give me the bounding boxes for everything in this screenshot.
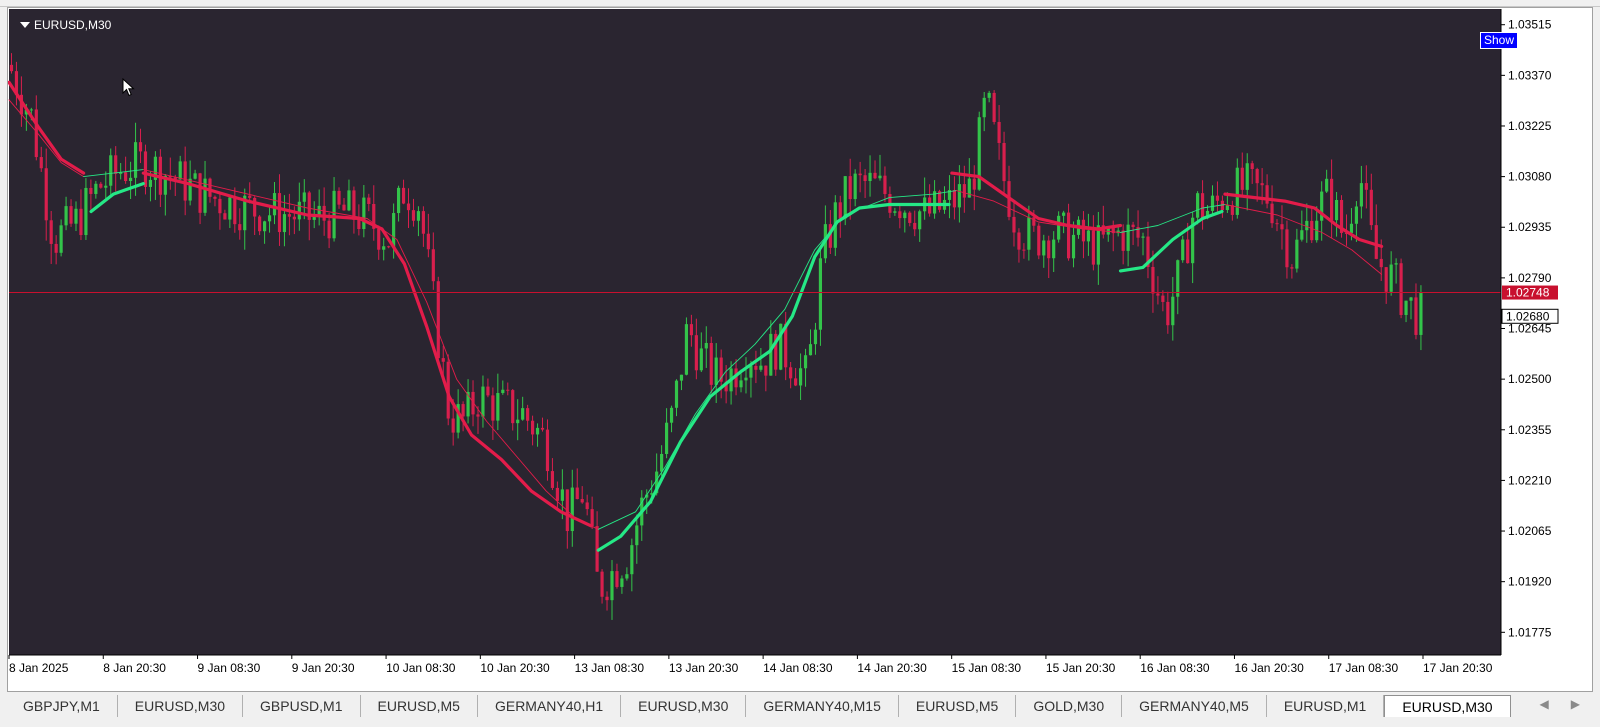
- chart-title-text: EURUSD,M30: [34, 18, 112, 32]
- price-tick-label: 1.03225: [1508, 119, 1552, 133]
- time-tick-label: 9 Jan 08:30: [198, 661, 261, 675]
- price-tick-label: 1.01775: [1508, 625, 1552, 639]
- candle: [684, 317, 689, 376]
- candle: [774, 330, 778, 376]
- tab-scroll-right-icon[interactable]: ▶: [1571, 697, 1580, 711]
- chart-tab[interactable]: GOLD,M30: [1016, 695, 1123, 717]
- candle: [992, 90, 996, 125]
- price-axis: 1.03515 1.03370 1.03225 1.03080 1.02935 1.027…: [1500, 8, 1591, 691]
- time-tick-label: 16 Jan 08:30: [1140, 661, 1210, 675]
- tab-scroll: ◀ ▶: [1540, 697, 1580, 711]
- time-tick-label: 17 Jan 20:30: [1423, 661, 1493, 675]
- chart-tab[interactable]: EURUSD,M30: [621, 695, 747, 717]
- candle: [709, 336, 713, 393]
- show-button[interactable]: Show: [1480, 32, 1518, 49]
- time-tick-label: 8 Jan 2025: [9, 661, 69, 675]
- time-tick-label: 8 Jan 20:30: [103, 661, 166, 675]
- time-tick-label: 17 Jan 08:30: [1329, 661, 1399, 675]
- price-tick-label: 1.02065: [1508, 524, 1552, 538]
- time-tick-label: 13 Jan 08:30: [575, 661, 645, 675]
- price-tick-label: 1.03370: [1508, 68, 1552, 82]
- tab-scroll-left-icon[interactable]: ◀: [1540, 697, 1549, 711]
- last-price-label: 1.02680: [1501, 308, 1559, 324]
- time-tick-label: 10 Jan 20:30: [480, 661, 550, 675]
- chart-tabs: GBPJPY,M1 EURUSD,M30 GBPUSD,M1 EURUSD,M5 GER…: [6, 695, 1511, 717]
- time-axis: 8 Jan 2025 8 Jan 20:30 9 Jan 08:30 9 Jan 20…: [8, 654, 1592, 691]
- chart-tab[interactable]: EURUSD,M5: [899, 695, 1017, 717]
- plot-background: [9, 9, 1501, 655]
- time-tick-label: 15 Jan 08:30: [952, 661, 1022, 675]
- time-tick-label: 14 Jan 08:30: [763, 661, 833, 675]
- chart-tab[interactable]: EURUSD,M1: [1267, 695, 1385, 717]
- time-tick-label: 16 Jan 20:30: [1234, 661, 1304, 675]
- candle: [1339, 195, 1344, 238]
- price-chart[interactable]: 1.03515 1.03370 1.03225 1.03080 1.02935 1.027…: [8, 8, 1592, 691]
- terminal-window: 1.03515 1.03370 1.03225 1.03080 1.02935 1.027…: [0, 0, 1600, 727]
- candle: [1181, 235, 1185, 263]
- time-tick-label: 9 Jan 20:30: [292, 661, 355, 675]
- time-tick-label: 14 Jan 20:30: [857, 661, 927, 675]
- chart-tab[interactable]: EURUSD,M30: [118, 695, 244, 717]
- price-tick-label: 1.02790: [1508, 271, 1552, 285]
- chart-tab[interactable]: EURUSD,M5: [361, 695, 478, 717]
- time-tick-label: 13 Jan 20:30: [669, 661, 739, 675]
- price-tick-label: 1.02210: [1508, 473, 1552, 487]
- candle: [1037, 223, 1041, 260]
- time-tick-label: 10 Jan 08:30: [386, 661, 456, 675]
- mouse-cursor-icon: [122, 78, 135, 97]
- time-tick-label: 15 Jan 20:30: [1046, 661, 1116, 675]
- candle: [436, 276, 440, 361]
- chart-tab[interactable]: GERMANY40,H1: [478, 695, 622, 717]
- price-tick-label: 1.02935: [1508, 220, 1552, 234]
- chart-window[interactable]: 1.03515 1.03370 1.03225 1.03080 1.02935 1.027…: [7, 7, 1593, 692]
- chart-tab[interactable]: GBPJPY,M1: [6, 695, 118, 717]
- price-tick-label: 1.03515: [1508, 18, 1552, 32]
- chart-tab[interactable]: GBPUSD,M1: [243, 695, 361, 717]
- candle: [1057, 211, 1061, 243]
- chart-tab[interactable]: GERMANY40,M5: [1122, 695, 1267, 717]
- top-strip: [0, 0, 1600, 7]
- svg-text:1.02748: 1.02748: [1506, 286, 1550, 300]
- current-price-label: 1.02748: [1502, 285, 1558, 300]
- chart-tab-bar: GBPJPY,M1 EURUSD,M30 GBPUSD,M1 EURUSD,M5 GER…: [0, 693, 1600, 727]
- price-tick-label: 1.02355: [1508, 423, 1552, 437]
- collapse-triangle-icon[interactable]: [20, 22, 30, 28]
- chart-tab[interactable]: GERMANY40,M15: [746, 695, 899, 717]
- candle: [1399, 258, 1403, 319]
- chart-title[interactable]: EURUSD,M30: [20, 18, 111, 32]
- chart-tab[interactable]: EURUSD,M30: [1384, 695, 1511, 717]
- price-tick-label: 1.03080: [1508, 170, 1552, 184]
- svg-text:1.02680: 1.02680: [1506, 309, 1550, 323]
- price-tick-label: 1.01920: [1508, 575, 1552, 589]
- price-tick-label: 1.02500: [1508, 372, 1552, 386]
